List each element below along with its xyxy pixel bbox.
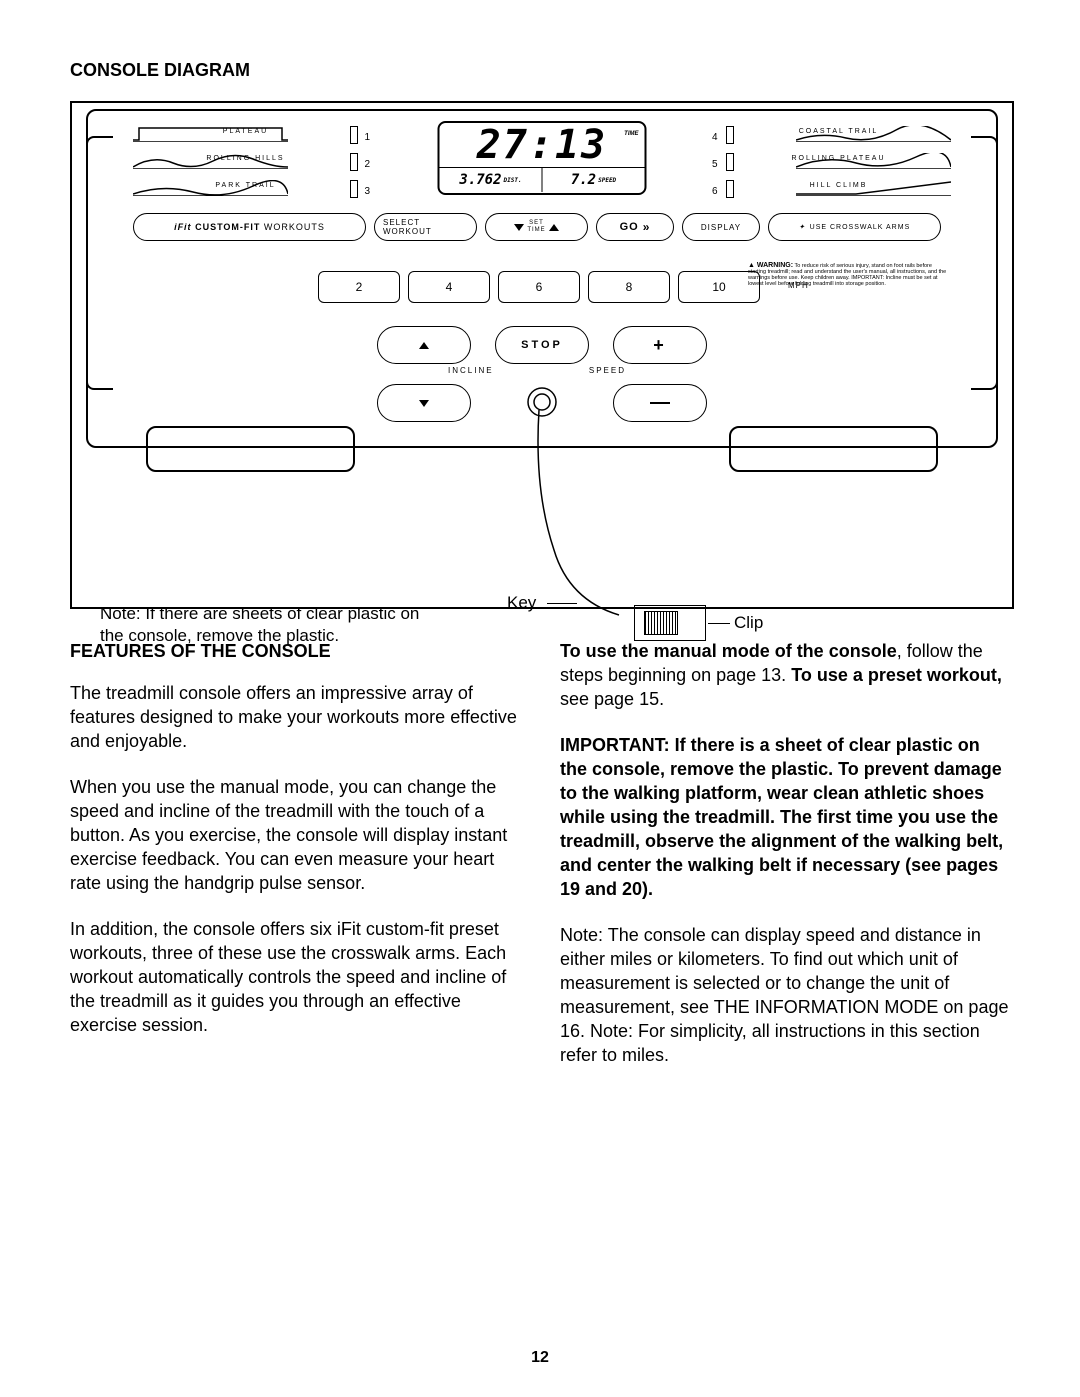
speed-4-button[interactable]: 4 [408, 271, 490, 303]
program-park-trail[interactable]: PARK TRAIL 3 [133, 177, 358, 199]
program-hill-climb[interactable]: HILL CLIMB 6 [726, 177, 951, 199]
key-callout-label: Key [507, 593, 536, 613]
time-readout: 27:13 [440, 123, 645, 167]
para-2: When you use the manual mode, you can ch… [70, 775, 520, 895]
speed-6-button[interactable]: 6 [498, 271, 580, 303]
clip-leader-line [708, 623, 730, 624]
section-heading: CONSOLE DIAGRAM [70, 60, 1010, 81]
left-grip [146, 426, 355, 472]
chevron-right-icon: » [643, 220, 651, 234]
select-workout-button[interactable]: SELECT WORKOUT [374, 213, 477, 241]
right-para-2: IMPORTANT: If there is a sheet of clear … [560, 733, 1010, 901]
speed-readout: 7.2SPEED [543, 168, 645, 192]
go-button[interactable]: GO» [596, 213, 674, 241]
program-col-right: COASTAL TRAIL 4 ROLLING PLATEAU 5 HILL C… [726, 123, 951, 204]
speed-2-button[interactable]: 2 [318, 271, 400, 303]
right-grip [729, 426, 938, 472]
notch-icon [350, 153, 358, 171]
page-number: 12 [531, 1349, 549, 1367]
speed-up-button[interactable]: + [613, 326, 707, 364]
speed-col-label: SPEED [589, 366, 626, 375]
notch-icon [350, 126, 358, 144]
incline-label: INCLINE [448, 366, 494, 375]
notch-icon [726, 180, 734, 198]
incline-up-button[interactable] [377, 326, 471, 364]
distance-readout: 3.762DIST. [440, 168, 543, 192]
program-rolling-plateau[interactable]: ROLLING PLATEAU 5 [726, 150, 951, 172]
chevron-down-icon [419, 400, 429, 407]
custom-fit-workouts-button[interactable]: iFit CUSTOM-FIT WORKOUTS [133, 213, 366, 241]
program-plateau[interactable]: PLATEAU 1 [133, 123, 358, 145]
para-1: The treadmill console offers an impressi… [70, 681, 520, 753]
key-leader-line [547, 603, 577, 604]
control-row: iFit CUSTOM-FIT WORKOUTS SELECT WORKOUT … [133, 213, 951, 243]
notch-icon [726, 126, 734, 144]
console-diagram-figure: PLATEAU 1 ROLLING HILLS 2 PARK TRAIL 3 [70, 101, 1014, 609]
warning-text: ▲ WARNING: To reduce risk of serious inj… [748, 263, 948, 287]
display-button[interactable]: DISPLAY [682, 213, 760, 241]
right-para-3: Note: The console can display speed and … [560, 923, 1010, 1067]
clip-callout-label: Clip [734, 613, 763, 633]
safety-key-cord [524, 410, 634, 630]
right-cap [971, 136, 998, 390]
main-button-row-1: STOP + [377, 326, 707, 364]
speed-quick-row: 2 4 6 8 10 [318, 271, 768, 305]
set-time-button[interactable]: SETTIME [485, 213, 588, 241]
runner-icon: ✦ [799, 223, 806, 231]
chevron-up-icon [419, 342, 429, 349]
left-column: FEATURES OF THE CONSOLE The treadmill co… [70, 639, 520, 1089]
chevron-down-icon [514, 224, 524, 231]
plastic-note: Note: If there are sheets of clear plast… [100, 603, 440, 647]
time-label: TIME [624, 131, 638, 137]
clip-grip-icon [644, 611, 678, 635]
right-column: To use the manual mode of the console, f… [560, 639, 1010, 1089]
crosswalk-arms-button[interactable]: ✦ USE CROSSWALK ARMS [768, 213, 941, 241]
console-frame: PLATEAU 1 ROLLING HILLS 2 PARK TRAIL 3 [86, 109, 998, 448]
left-cap [86, 136, 113, 390]
incline-down-button[interactable] [377, 384, 471, 422]
notch-icon [350, 180, 358, 198]
program-coastal-trail[interactable]: COASTAL TRAIL 4 [726, 123, 951, 145]
notch-icon [726, 153, 734, 171]
program-rolling-hills[interactable]: ROLLING HILLS 2 [133, 150, 358, 172]
speed-8-button[interactable]: 8 [588, 271, 670, 303]
body-columns: FEATURES OF THE CONSOLE The treadmill co… [70, 639, 1010, 1089]
lcd-display: 27:13 TIME 3.762DIST. 7.2SPEED [438, 121, 647, 195]
minus-icon [650, 402, 670, 404]
right-para-1: To use the manual mode of the console, f… [560, 639, 1010, 711]
para-3: In addition, the console offers six iFit… [70, 917, 520, 1037]
stop-button[interactable]: STOP [495, 326, 589, 364]
chevron-up-icon [549, 224, 559, 231]
program-col-left: PLATEAU 1 ROLLING HILLS 2 PARK TRAIL 3 [133, 123, 358, 204]
